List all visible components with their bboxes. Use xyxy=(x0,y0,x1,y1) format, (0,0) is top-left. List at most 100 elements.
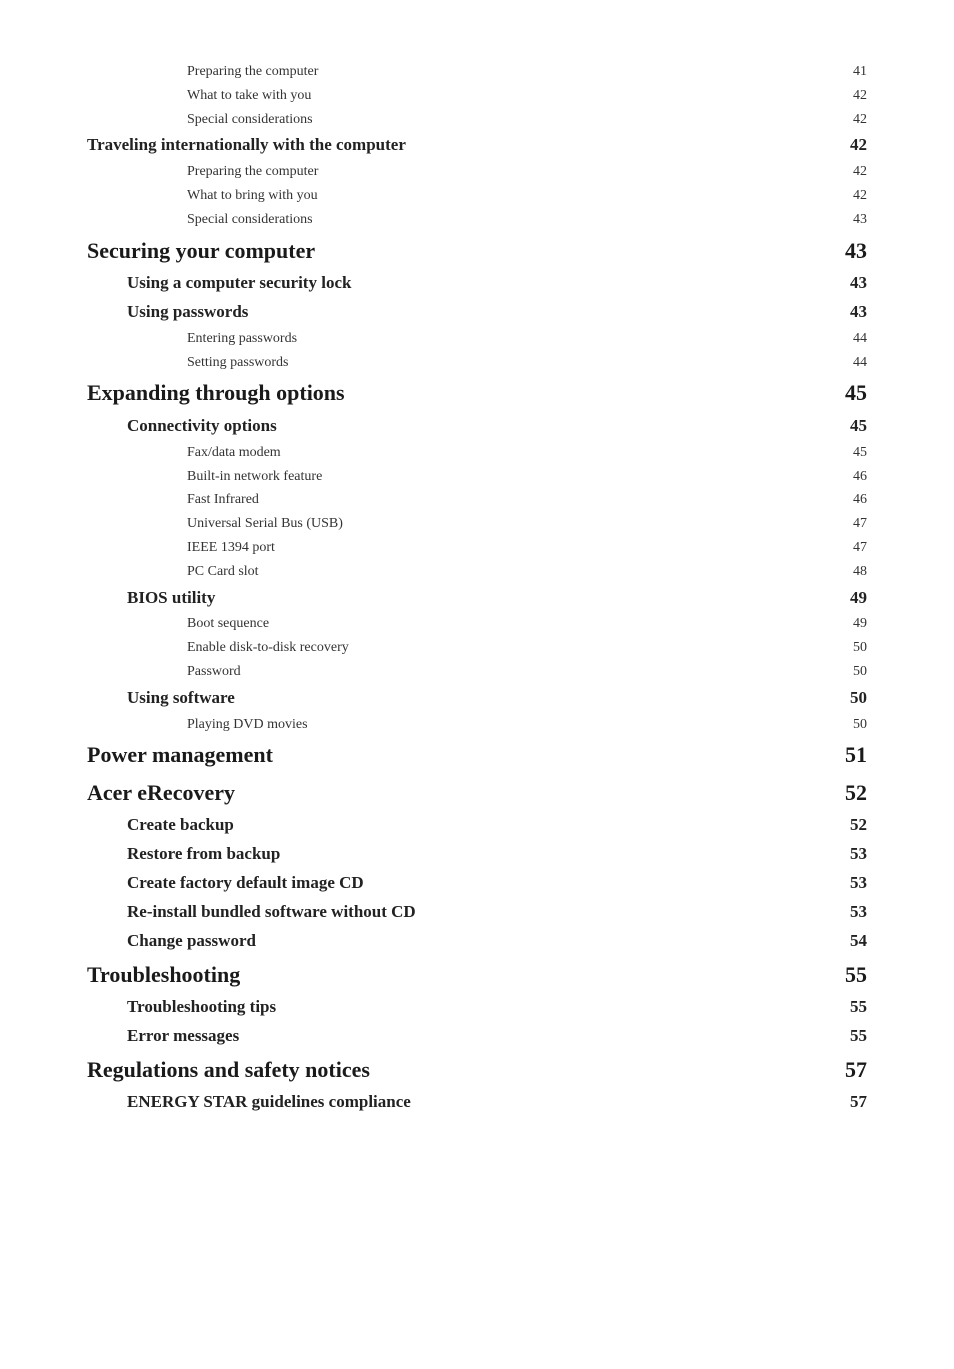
toc-container: Preparing the computer41What to take wit… xyxy=(87,60,867,1117)
toc-entry: What to take with you 42 xyxy=(87,84,867,108)
toc-entry: Enable disk-to-disk recovery 50 xyxy=(87,636,867,660)
toc-page: 47 xyxy=(837,536,867,560)
toc-title: Regulations and safety notices xyxy=(87,1051,370,1088)
toc-title: Error messages xyxy=(87,1022,239,1051)
toc-entry: Error messages 55 xyxy=(87,1022,867,1051)
toc-title: BIOS utility xyxy=(87,584,215,613)
toc-entry: Special considerations42 xyxy=(87,108,867,132)
toc-entry: Troubleshooting 55 xyxy=(87,956,867,993)
toc-page: 49 xyxy=(837,612,867,636)
toc-title: Create backup xyxy=(87,811,234,840)
toc-entry: Troubleshooting tips55 xyxy=(87,993,867,1022)
toc-entry: Expanding through options 45 xyxy=(87,374,867,411)
toc-entry: ENERGY STAR guidelines compliance57 xyxy=(87,1088,867,1117)
toc-entry: PC Card slot 48 xyxy=(87,560,867,584)
toc-page: 57 xyxy=(837,1088,867,1117)
toc-title: Create factory default image CD xyxy=(87,869,364,898)
toc-page: 50 xyxy=(837,684,867,713)
toc-page: 41 xyxy=(837,60,867,84)
toc-entry: IEEE 1394 port 47 xyxy=(87,536,867,560)
toc-title: Special considerations xyxy=(87,208,313,232)
toc-page: 42 xyxy=(837,108,867,132)
toc-entry: Connectivity options 45 xyxy=(87,412,867,441)
toc-title: Universal Serial Bus (USB) xyxy=(87,512,343,536)
toc-title: Fax/data modem xyxy=(87,441,281,465)
toc-title: Power management xyxy=(87,736,273,773)
toc-entry: Traveling internationally with the compu… xyxy=(87,131,867,160)
toc-entry: Special considerations 43 xyxy=(87,208,867,232)
toc-entry: Preparing the computer 41 xyxy=(87,60,867,84)
toc-page: 45 xyxy=(837,412,867,441)
toc-page: 52 xyxy=(837,811,867,840)
toc-title: Re-install bundled software without CD xyxy=(87,898,416,927)
toc-title: Preparing the computer xyxy=(87,60,318,84)
toc-page: 45 xyxy=(837,441,867,465)
toc-title: Traveling internationally with the compu… xyxy=(87,131,406,160)
toc-entry: Regulations and safety notices 57 xyxy=(87,1051,867,1088)
toc-entry: Built-in network feature46 xyxy=(87,465,867,489)
toc-entry: Acer eRecovery52 xyxy=(87,774,867,811)
toc-page: 50 xyxy=(837,660,867,684)
toc-page: 55 xyxy=(837,1022,867,1051)
toc-page: 57 xyxy=(837,1051,867,1088)
toc-page: 44 xyxy=(837,327,867,351)
toc-title: Expanding through options xyxy=(87,374,345,411)
toc-entry: Change password 54 xyxy=(87,927,867,956)
toc-entry: Preparing the computer 42 xyxy=(87,160,867,184)
toc-entry: Using a computer security lock 43 xyxy=(87,269,867,298)
toc-title: Using software xyxy=(87,684,235,713)
toc-title: Fast Infrared xyxy=(87,488,259,512)
toc-page: 50 xyxy=(837,636,867,660)
toc-entry: Entering passwords 44 xyxy=(87,327,867,351)
toc-page: 53 xyxy=(837,869,867,898)
toc-title: Restore from backup xyxy=(87,840,280,869)
toc-entry: Universal Serial Bus (USB) 47 xyxy=(87,512,867,536)
toc-title: Boot sequence xyxy=(87,612,269,636)
toc-page: 49 xyxy=(837,584,867,613)
toc-title: Connectivity options xyxy=(87,412,277,441)
toc-title: Enable disk-to-disk recovery xyxy=(87,636,349,660)
toc-title: Password xyxy=(87,660,241,684)
toc-entry: What to bring with you42 xyxy=(87,184,867,208)
toc-page: 48 xyxy=(837,560,867,584)
toc-entry: Setting passwords 44 xyxy=(87,351,867,375)
toc-title: Entering passwords xyxy=(87,327,297,351)
toc-title: Troubleshooting xyxy=(87,956,240,993)
toc-page: 53 xyxy=(837,898,867,927)
toc-title: Acer eRecovery xyxy=(87,774,235,811)
toc-page: 50 xyxy=(837,713,867,737)
toc-entry: Playing DVD movies50 xyxy=(87,713,867,737)
toc-entry: BIOS utility 49 xyxy=(87,584,867,613)
toc-entry: Power management51 xyxy=(87,736,867,773)
toc-page: 43 xyxy=(837,208,867,232)
toc-page: 42 xyxy=(837,131,867,160)
toc-title: Troubleshooting tips xyxy=(87,993,276,1022)
toc-page: 54 xyxy=(837,927,867,956)
toc-page: 55 xyxy=(837,956,867,993)
toc-title: What to take with you xyxy=(87,84,311,108)
toc-entry: Create factory default image CD 53 xyxy=(87,869,867,898)
toc-page: 43 xyxy=(837,232,867,269)
toc-page: 47 xyxy=(837,512,867,536)
toc-page: 42 xyxy=(837,160,867,184)
toc-title: Using passwords xyxy=(87,298,248,327)
toc-entry: Fast Infrared46 xyxy=(87,488,867,512)
toc-page: 42 xyxy=(837,84,867,108)
toc-entry: Securing your computer43 xyxy=(87,232,867,269)
toc-entry: Create backup 52 xyxy=(87,811,867,840)
toc-entry: Re-install bundled software without CD 53 xyxy=(87,898,867,927)
toc-title: Setting passwords xyxy=(87,351,289,375)
toc-entry: Boot sequence 49 xyxy=(87,612,867,636)
toc-title: Change password xyxy=(87,927,256,956)
toc-title: Preparing the computer xyxy=(87,160,318,184)
toc-title: PC Card slot xyxy=(87,560,259,584)
toc-page: 43 xyxy=(837,269,867,298)
toc-page: 43 xyxy=(837,298,867,327)
toc-title: Built-in network feature xyxy=(87,465,322,489)
toc-title: IEEE 1394 port xyxy=(87,536,275,560)
toc-title: Using a computer security lock xyxy=(87,269,351,298)
toc-page: 44 xyxy=(837,351,867,375)
toc-page: 42 xyxy=(837,184,867,208)
toc-entry: Restore from backup53 xyxy=(87,840,867,869)
toc-page: 45 xyxy=(837,374,867,411)
